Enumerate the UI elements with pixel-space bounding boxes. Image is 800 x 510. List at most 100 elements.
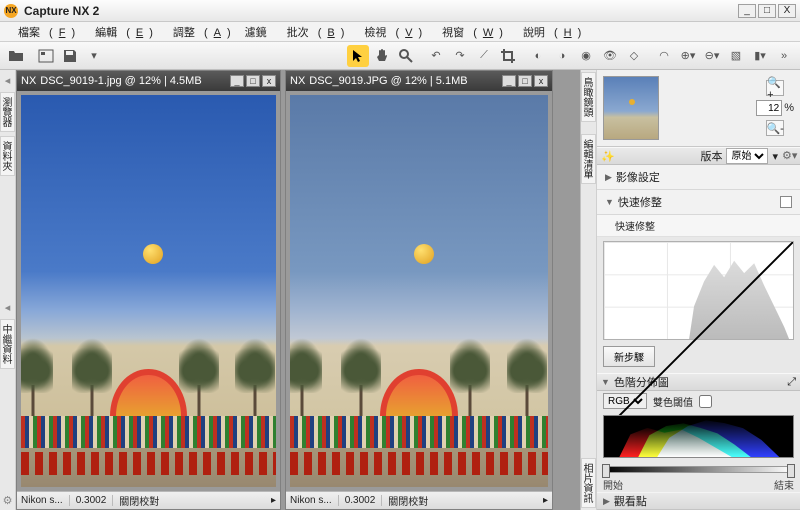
document-titlebar-2[interactable]: NX DSC_9019.JPG @ 12% | 5.1MB _ □ x — [286, 71, 552, 91]
zoom-unit: % — [784, 102, 794, 114]
more-tools-button[interactable]: » — [773, 45, 795, 67]
tone-curve[interactable] — [604, 242, 793, 431]
document-window-2: NX DSC_9019.JPG @ 12% | 5.1MB _ □ x — [285, 70, 553, 510]
status-camera-1: Nikon s... — [21, 495, 70, 506]
menu-edit[interactable]: 編輯 (E) — [83, 22, 159, 42]
watchpoints-row[interactable]: ▶ 觀看點 — [597, 492, 800, 510]
quick-fix-label: 快速修整 — [618, 194, 662, 210]
right-panel: 鳥瞰鏡頭 編輯清單 相片資訊 🔍+ % 🔍- — [580, 70, 800, 510]
menu-help[interactable]: 說明 (H) — [511, 22, 587, 42]
status-menu-1[interactable]: ▸ — [271, 495, 276, 506]
select-minus-tool[interactable]: ⊖▾ — [701, 45, 723, 67]
doc1-minimize-button[interactable]: _ — [230, 75, 244, 87]
save-button[interactable] — [59, 45, 81, 67]
triangle-down-icon: ▼ — [605, 197, 614, 207]
menu-view[interactable]: 檢視 (V) — [352, 22, 428, 42]
black-point-tool[interactable]: ◐ — [527, 45, 549, 67]
document-titlebar-1[interactable]: NX DSC_9019-1.jpg @ 12% | 4.5MB _ □ x — [17, 71, 280, 91]
status-menu-2[interactable]: ▸ — [543, 495, 548, 506]
arch-shape — [380, 369, 457, 416]
doc2-close-button[interactable]: x — [534, 75, 548, 87]
open-folder-button[interactable] — [5, 45, 27, 67]
quick-fix-subitem[interactable]: 快速修整 — [597, 215, 800, 237]
doc2-maximize-button[interactable]: □ — [518, 75, 532, 87]
hand-tool[interactable] — [371, 45, 393, 67]
document-canvas-1[interactable] — [17, 91, 280, 491]
tag-tool[interactable]: ◇ — [623, 45, 645, 67]
rgb-histogram — [603, 415, 794, 458]
document-title-1: DSC_9019-1.jpg @ 12% | 4.5MB — [40, 75, 230, 87]
lasso-tool[interactable]: ◠ — [653, 45, 675, 67]
settings-gear-icon[interactable]: ⚙ — [0, 490, 15, 510]
curves-histogram[interactable] — [603, 241, 794, 340]
gradient-tool[interactable]: ▧ — [725, 45, 747, 67]
quick-fix-row[interactable]: ▼ 快速修整 — [597, 190, 800, 215]
window-maximize-button[interactable]: □ — [758, 4, 776, 18]
wand-icon[interactable]: ✨ — [601, 150, 615, 163]
direct-select-tool[interactable] — [347, 45, 369, 67]
gear-icon[interactable]: ⚙▾ — [782, 149, 796, 163]
balloon-shape — [414, 244, 434, 264]
rail-collapse-icon-2[interactable]: ◂ — [0, 297, 15, 317]
doc1-maximize-button[interactable]: □ — [246, 75, 260, 87]
image-settings-row[interactable]: ▶ 影像設定 — [597, 165, 800, 190]
rotate-left-button[interactable]: ↶ — [425, 45, 447, 67]
menu-adjust[interactable]: 調整 (A) — [161, 22, 237, 42]
photo-preview-1 — [21, 95, 276, 487]
menu-batch[interactable]: 批次 (B) — [275, 22, 351, 42]
zoom-tool[interactable] — [395, 45, 417, 67]
status-proof-1[interactable]: 關閉校對 — [119, 493, 159, 508]
redeye-tool[interactable]: 👁 — [599, 45, 621, 67]
slider-end-label: 結束 — [774, 477, 794, 492]
window-close-button[interactable]: X — [778, 4, 796, 18]
pots-shape — [290, 452, 548, 476]
zoom-input[interactable] — [756, 100, 782, 116]
menu-filter[interactable]: 濾鏡 — [239, 22, 273, 42]
watchpoints-label: 觀看點 — [614, 493, 647, 509]
crop-tool[interactable] — [497, 45, 519, 67]
photo-preview-2 — [290, 95, 548, 487]
right-tab-navigator[interactable]: 鳥瞰鏡頭 — [581, 72, 596, 122]
quick-fix-checkbox[interactable] — [780, 196, 792, 208]
document-title-2: DSC_9019.JPG @ 12% | 5.1MB — [309, 75, 502, 87]
doc1-close-button[interactable]: x — [262, 75, 276, 87]
document-canvas-2[interactable] — [286, 91, 552, 491]
left-tab-metadata[interactable]: 中繼資料 — [0, 319, 15, 369]
app-title: Capture NX 2 — [24, 4, 738, 18]
workspace-button[interactable] — [35, 45, 57, 67]
blue-channel-shape — [657, 418, 780, 457]
straighten-tool[interactable]: ⟋ — [473, 45, 495, 67]
right-tab-photoinfo[interactable]: 相片資訊 — [581, 458, 596, 508]
navigator-thumbnail[interactable] — [603, 76, 659, 140]
left-rail: ◂ 瀏覽器 資料夾 ◂ 中繼資料 ⚙ — [0, 70, 16, 510]
version-select[interactable]: 原始 — [726, 148, 768, 164]
select-plus-tool[interactable]: ⊕▾ — [677, 45, 699, 67]
crowd-shape — [290, 416, 548, 447]
rotate-right-button[interactable]: ↷ — [449, 45, 471, 67]
neutral-point-tool[interactable]: ◉ — [575, 45, 597, 67]
fill-tool[interactable]: ▮▾ — [749, 45, 771, 67]
version-label: 版本 — [700, 148, 722, 164]
menubar: 檔案 (F) 編輯 (E) 調整 (A) 濾鏡 批次 (B) 檢視 (V) 視窗… — [0, 22, 800, 42]
window-minimize-button[interactable]: _ — [738, 4, 756, 18]
slider-handle-start[interactable] — [602, 464, 610, 478]
left-tab-folders[interactable]: 資料夾 — [0, 136, 15, 176]
menu-window[interactable]: 視窗 (W) — [430, 22, 509, 42]
app-icon: NX — [4, 4, 18, 18]
slider-handle-end[interactable] — [787, 464, 795, 478]
arch-shape — [110, 369, 187, 416]
status-proof-2[interactable]: 關閉校對 — [388, 493, 428, 508]
toolbar: ▾ ↶ ↷ ⟋ ◐ ◑ ◉ 👁 ◇ ◠ ⊕▾ ⊖▾ ▧ ▮▾ » — [0, 42, 800, 70]
right-tab-editlist[interactable]: 編輯清單 — [581, 134, 596, 184]
print-button[interactable]: ▾ — [83, 45, 105, 67]
left-tab-browser[interactable]: 瀏覽器 — [0, 92, 15, 132]
balloon-shape — [143, 244, 163, 264]
doc2-minimize-button[interactable]: _ — [502, 75, 516, 87]
rail-collapse-icon[interactable]: ◂ — [0, 70, 15, 90]
work-area: NX DSC_9019-1.jpg @ 12% | 4.5MB _ □ x — [16, 70, 580, 510]
range-slider[interactable] — [603, 466, 794, 473]
white-point-tool[interactable]: ◑ — [551, 45, 573, 67]
zoom-in-button[interactable]: 🔍+ — [766, 80, 784, 96]
zoom-out-button[interactable]: 🔍- — [766, 120, 784, 136]
menu-file[interactable]: 檔案 (F) — [6, 22, 81, 42]
